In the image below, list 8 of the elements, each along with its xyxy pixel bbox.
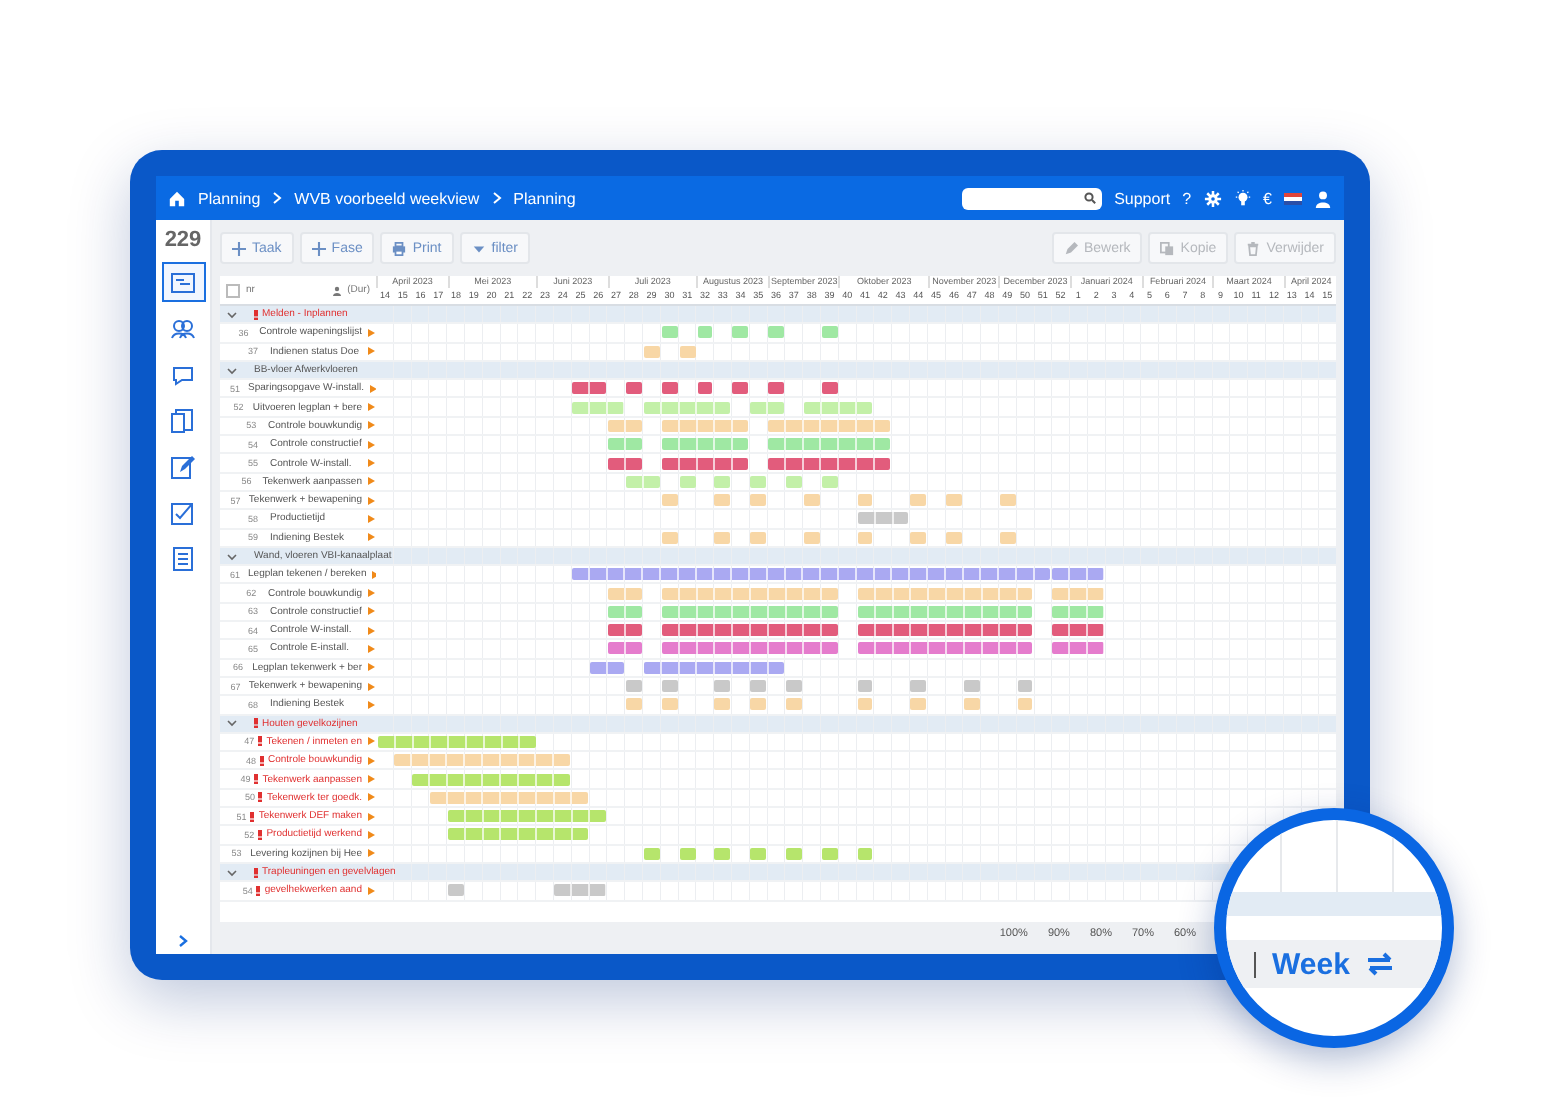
support-link[interactable]: Support <box>1114 189 1171 207</box>
view-mode-label[interactable]: Week <box>1272 947 1350 981</box>
breadcrumb-link[interactable]: Planning <box>513 189 576 207</box>
count-label: 229 <box>164 228 202 252</box>
breadcrumb-link[interactable]: WVB voorbeeld weekview <box>294 189 480 207</box>
help-link[interactable]: ? <box>1182 189 1192 207</box>
breadcrumb-link[interactable]: Planning <box>198 189 261 207</box>
currency-link[interactable]: € <box>1263 189 1272 207</box>
